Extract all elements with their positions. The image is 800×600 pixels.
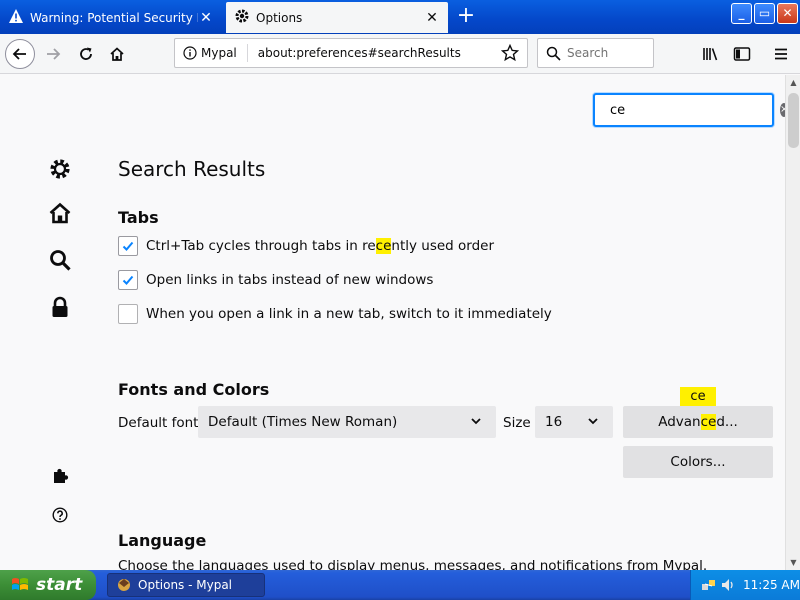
find-in-options-box[interactable]: × <box>593 93 785 127</box>
volume-icon[interactable] <box>721 577 735 593</box>
checkbox-switch-to-new-tab[interactable]: When you open a link in a new tab, switc… <box>118 304 552 324</box>
search-input[interactable] <box>567 46 647 60</box>
checkbox[interactable] <box>118 304 138 324</box>
category-home[interactable] <box>44 197 76 229</box>
default-font-value: Default (Times New Roman) <box>208 414 398 430</box>
support-link[interactable] <box>44 499 76 531</box>
scrollbar-thumb[interactable] <box>788 93 799 148</box>
clock[interactable]: 11:25 AM <box>743 578 800 592</box>
lock-icon <box>52 296 68 317</box>
checkbox-open-links-in-tabs[interactable]: Open links in tabs instead of new window… <box>118 270 433 290</box>
category-privacy[interactable] <box>44 291 76 323</box>
warning-icon <box>8 8 24 28</box>
gear-icon <box>234 8 250 28</box>
colors-button[interactable]: Colors... <box>623 446 773 478</box>
home-icon <box>110 47 124 61</box>
tab-strip: Warning: Potential Security Risk A ✕ Opt… <box>0 0 800 34</box>
home-button[interactable] <box>102 39 132 69</box>
windows-logo-icon <box>12 578 28 590</box>
start-button[interactable]: start <box>0 570 96 600</box>
new-tab-button[interactable]: + <box>454 5 478 29</box>
page-title: Search Results <box>118 157 266 181</box>
checkbox-label: Ctrl+Tab cycles through tabs in recently… <box>146 238 495 254</box>
info-icon[interactable] <box>183 46 197 60</box>
sidebar-icon <box>733 47 751 61</box>
font-size-select[interactable]: 16 <box>535 406 613 438</box>
tab-options[interactable]: Options ✕ <box>226 2 448 33</box>
mypal-app-icon <box>118 579 130 591</box>
reload-button[interactable] <box>71 39 101 69</box>
url-bar[interactable]: Mypal about:preferences#searchResults <box>174 38 528 68</box>
search-bar[interactable] <box>537 38 654 68</box>
find-in-options-input[interactable] <box>610 102 780 118</box>
system-tray: 11:25 AM <box>690 570 800 600</box>
network-icon[interactable] <box>701 577 717 593</box>
category-general[interactable] <box>44 153 76 185</box>
checkmark-icon <box>122 275 134 285</box>
search-highlight: ce <box>375 238 392 254</box>
checkbox-ctrl-tab[interactable]: Ctrl+Tab cycles through tabs in recently… <box>118 236 494 256</box>
scroll-up-arrow-icon[interactable]: ▲ <box>786 75 800 90</box>
page-scrollbar[interactable]: ▲ ▼ <box>785 75 800 570</box>
font-size-label: Size <box>503 415 531 431</box>
help-icon <box>52 507 68 523</box>
checkbox[interactable] <box>118 236 138 256</box>
checkbox-label: When you open a link in a new tab, switc… <box>146 306 552 322</box>
back-arrow-icon <box>12 48 26 60</box>
default-font-label: Default font <box>118 415 199 431</box>
reload-icon <box>80 47 92 60</box>
taskbar-item-options[interactable]: Options - Mypal <box>107 573 265 597</box>
window-close-button[interactable]: ✕ <box>777 3 798 24</box>
maximize-button[interactable]: ▭ <box>754 3 775 24</box>
section-heading-fonts-colors: Fonts and Colors <box>118 380 270 399</box>
chevron-down-icon <box>588 418 598 425</box>
taskbar-item-label: Options - Mypal <box>138 578 233 592</box>
advanced-fonts-button[interactable]: Advan ce d... <box>623 406 773 438</box>
tab-title: Options <box>256 10 303 25</box>
minimize-button[interactable]: _ <box>731 3 752 24</box>
url-text[interactable]: about:preferences#searchResults <box>258 46 501 60</box>
search-icon <box>50 250 71 271</box>
hamburger-menu-icon <box>775 48 787 60</box>
library-icon <box>703 48 718 61</box>
tab-close-button[interactable]: ✕ <box>424 10 440 26</box>
tab-title: Warning: Potential Security Risk A <box>30 10 198 25</box>
preferences-page: × Search Results Tabs Ctrl+Tab cycles th… <box>0 75 785 570</box>
section-heading-tabs: Tabs <box>118 208 159 227</box>
search-highlight: ce <box>700 414 717 430</box>
language-description: Choose the languages used to display men… <box>118 558 708 570</box>
menu-button[interactable] <box>766 39 796 69</box>
scroll-down-arrow-icon[interactable]: ▼ <box>786 555 800 570</box>
bookmark-star-icon[interactable] <box>501 44 519 62</box>
search-match-tooltip: ce <box>680 387 716 407</box>
puzzle-piece-icon <box>54 468 69 483</box>
tab-security-warning[interactable]: Warning: Potential Security Risk A ✕ <box>0 2 222 33</box>
windows-taskbar: start Options - Mypal 11:25 AM <box>0 570 800 600</box>
gear-icon <box>50 159 70 179</box>
chevron-down-icon <box>471 418 481 425</box>
font-size-value: 16 <box>545 414 563 430</box>
search-icon <box>546 46 561 61</box>
site-identity-label[interactable]: Mypal <box>201 44 248 62</box>
category-search[interactable] <box>44 244 76 276</box>
back-button[interactable] <box>5 39 35 69</box>
library-button[interactable] <box>696 39 726 69</box>
home-icon <box>49 202 71 224</box>
section-heading-language: Language <box>118 531 207 550</box>
checkmark-icon <box>122 241 134 251</box>
extensions-themes-link[interactable] <box>44 460 76 492</box>
forward-button[interactable] <box>38 39 68 69</box>
tab-close-button[interactable]: ✕ <box>198 10 214 26</box>
default-font-select[interactable]: Default (Times New Roman) <box>198 406 496 438</box>
sidebar-toggle-button[interactable] <box>727 39 757 69</box>
checkbox-label: Open links in tabs instead of new window… <box>146 272 434 288</box>
start-label: start <box>36 575 83 595</box>
checkbox[interactable] <box>118 270 138 290</box>
forward-arrow-icon <box>47 48 61 60</box>
nav-toolbar: Mypal about:preferences#searchResults <box>0 34 800 74</box>
